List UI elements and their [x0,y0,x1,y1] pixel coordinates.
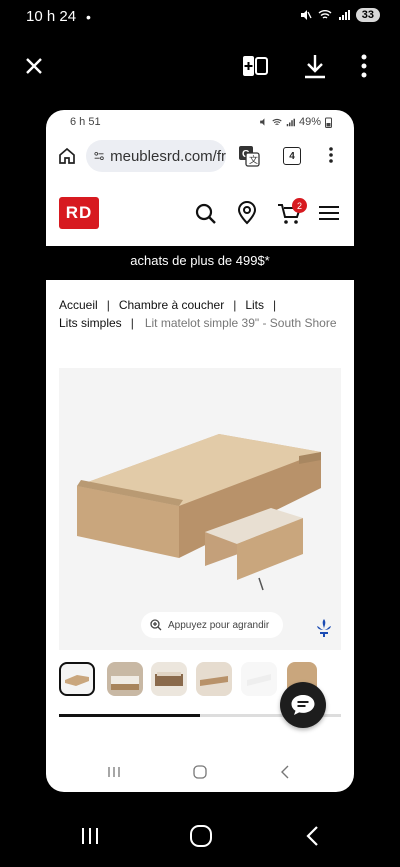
back-button[interactable] [302,820,322,852]
location-icon[interactable] [237,201,257,225]
inner-status-icons: 49% [258,116,332,128]
url-text: meublesrd.com/fr [110,147,226,165]
tabs-count: 4 [289,150,295,162]
menu-icon[interactable] [319,205,339,221]
back-icon [306,826,318,846]
breadcrumb: Accueil | Chambre à coucher | Lits | Lits sim… [59,298,337,330]
zoom-hint-text: Appuyez pour agrandir [168,619,270,631]
breadcrumb-lits[interactable]: Lits [245,298,264,312]
inner-status-bar: 6 h 51 49% [46,116,354,132]
mute-icon [260,118,265,126]
recents-icon [82,828,98,844]
outer-status-dot: • [86,9,91,25]
back-icon [281,765,289,779]
more-icon [361,54,367,78]
wifi-icon [272,118,282,125]
cart-button[interactable]: 2 [277,198,307,225]
svg-text:文: 文 [249,154,258,165]
promo-text: achats de plus de 499$* [130,253,270,268]
close-icon [26,58,42,74]
outer-status-icons: 33 [298,8,380,22]
home-icon[interactable] [58,147,76,165]
cart-count-badge: 2 [292,198,307,213]
site-settings-icon[interactable] [94,149,104,163]
compare-icon [243,56,268,76]
bed-image [77,434,321,591]
download-button[interactable] [302,52,328,80]
thumbnail-3[interactable] [151,662,187,696]
home-nav-icon [193,765,207,779]
inner-nav-bar [46,758,354,786]
compare-button[interactable] [241,52,269,80]
recents-button[interactable] [78,820,102,852]
outer-battery-badge: 33 [355,8,380,22]
home-nav-icon [190,825,212,847]
site-header: RD 2 [46,182,354,247]
thumbnail-4[interactable] [196,662,232,696]
inner-battery-text: 49% [298,116,321,128]
inner-status-time: 6 h 51 [70,116,101,128]
zoom-icon [150,619,162,631]
gallery-scroll-thumb[interactable] [59,714,200,717]
signal-icon [286,118,295,126]
mute-icon [300,10,312,20]
thumbnail-5[interactable] [241,662,277,696]
thumbnail-1[interactable] [59,662,95,696]
home-nav-button[interactable] [188,820,214,852]
more-options-button[interactable] [358,52,370,80]
signal-icon [338,10,350,20]
battery-icon [325,117,332,128]
tabs-button[interactable]: 4 [283,147,301,165]
chat-button[interactable] [280,682,326,728]
fleur-de-lis-icon [317,619,331,637]
more-icon[interactable] [329,147,333,163]
outer-status-time: 10 h 24 [26,8,77,25]
site-logo[interactable]: RD [59,197,99,229]
breadcrumb-chambre[interactable]: Chambre à coucher [119,298,224,312]
search-icon[interactable] [195,203,217,225]
download-icon [305,55,325,79]
breadcrumb-accueil[interactable]: Accueil [59,298,98,312]
promo-banner[interactable]: achats de plus de 499$* [46,246,354,280]
zoom-hint[interactable]: Appuyez pour agrandir [141,612,283,638]
close-button[interactable] [22,52,46,80]
breadcrumb-current: Lit matelot simple 39" - South Shore [144,316,337,330]
browser-toolbar: meublesrd.com/fr G文 4 [46,140,354,172]
translate-icon[interactable]: G文 [238,145,260,167]
screenshot-preview[interactable]: 6 h 51 49% meublesrd.com/fr G文 4 RD 2 [46,110,354,792]
thumbnail-2[interactable] [107,662,143,696]
address-bar[interactable]: meublesrd.com/fr [86,140,226,172]
wifi-icon [318,10,332,19]
product-image[interactable]: Appuyez pour agrandir [59,368,341,650]
breadcrumb-lits-simples[interactable]: Lits simples [59,316,122,330]
chat-icon [291,695,315,715]
recents-icon [108,767,120,777]
